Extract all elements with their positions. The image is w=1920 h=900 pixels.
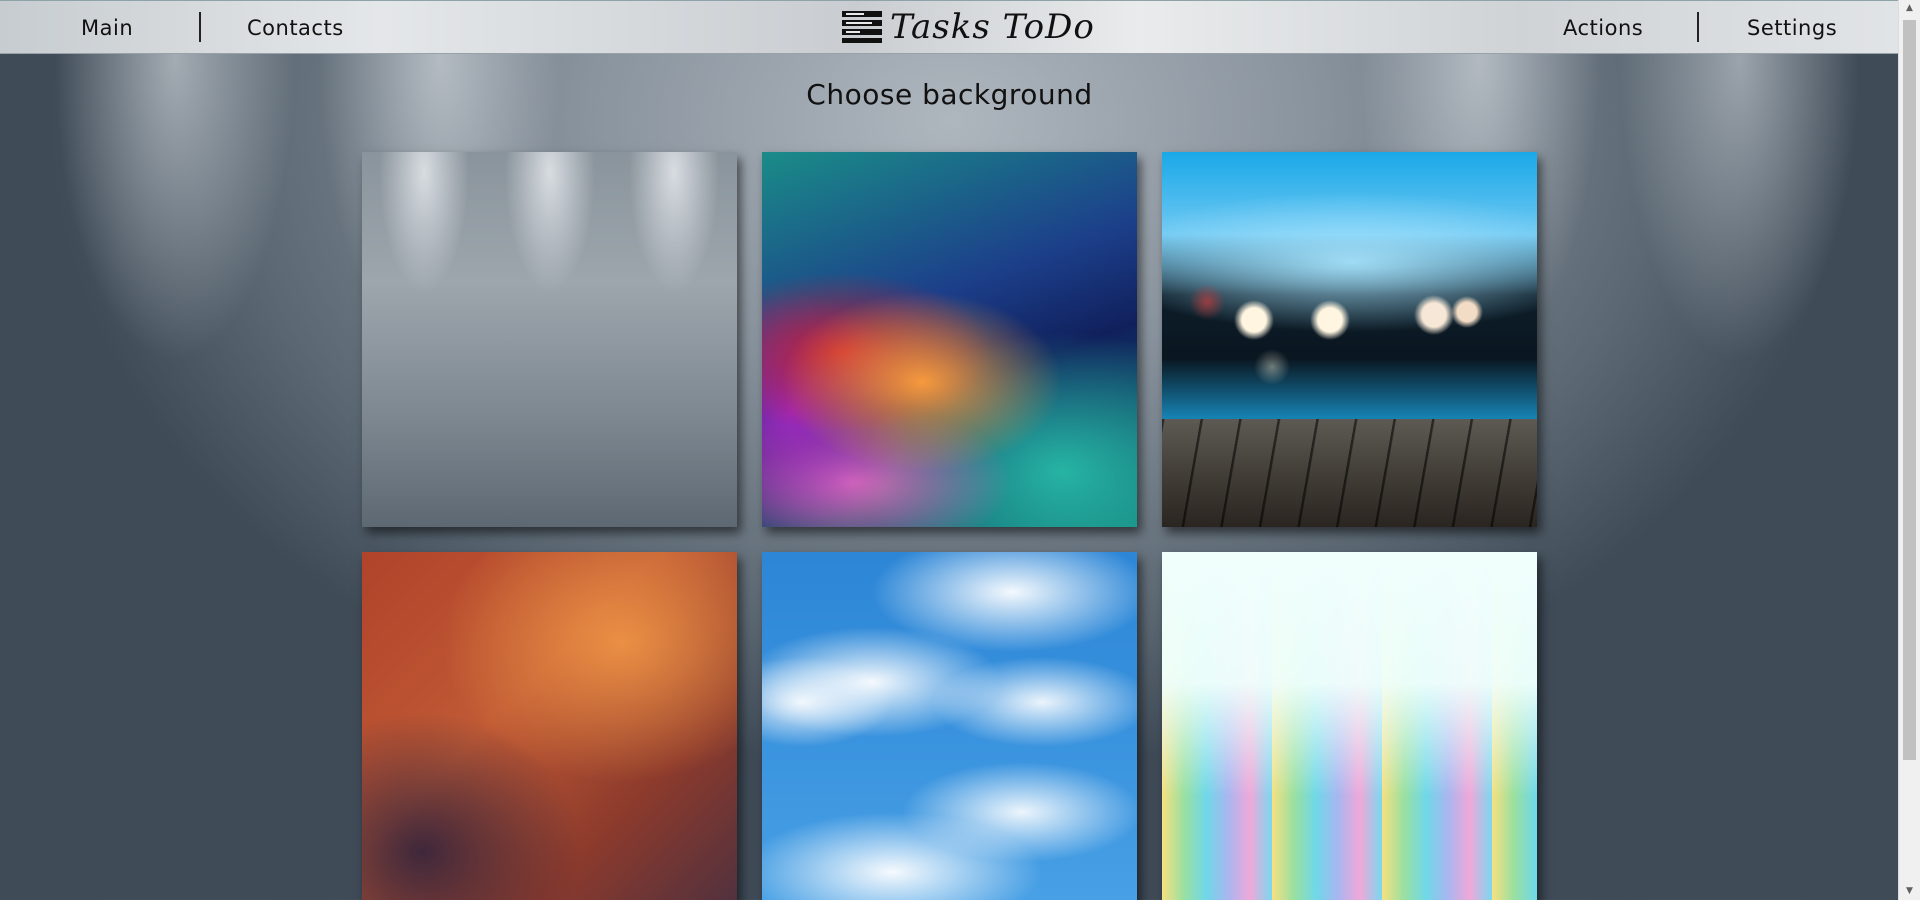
nav-divider xyxy=(199,12,201,42)
app-title: Tasks ToDo xyxy=(890,7,1095,47)
nav-main-link[interactable]: Main xyxy=(81,1,133,53)
vertical-scrollbar[interactable]: ▲ ▼ xyxy=(1898,0,1920,900)
scrollbar-thumb[interactable] xyxy=(1903,20,1916,760)
nav-contacts-link[interactable]: Contacts xyxy=(247,1,344,53)
nav-actions-link[interactable]: Actions xyxy=(1563,1,1643,53)
app-logo[interactable]: Tasks ToDo xyxy=(842,7,1095,47)
scroll-down-arrow-icon[interactable]: ▼ xyxy=(1899,883,1920,900)
page-title: Choose background xyxy=(806,78,1093,111)
background-option-bokeh-wooden-floor[interactable] xyxy=(1162,152,1537,527)
background-option-cloudy-sky[interactable] xyxy=(762,552,1137,900)
background-option-rainbow-abstract[interactable] xyxy=(762,152,1137,527)
top-navigation-bar: Main Contacts Tasks ToDo Actions Setting… xyxy=(0,0,1899,54)
background-option-rust-texture[interactable] xyxy=(362,552,737,900)
nav-divider xyxy=(1697,12,1699,42)
background-option-rainbow-stripes[interactable] xyxy=(1162,552,1537,900)
scroll-up-arrow-icon[interactable]: ▲ xyxy=(1899,0,1920,17)
background-option-spotlight-gray[interactable] xyxy=(362,152,737,527)
list-icon xyxy=(842,11,882,43)
nav-settings-link[interactable]: Settings xyxy=(1747,1,1837,53)
wooden-floor-image xyxy=(1162,419,1537,527)
